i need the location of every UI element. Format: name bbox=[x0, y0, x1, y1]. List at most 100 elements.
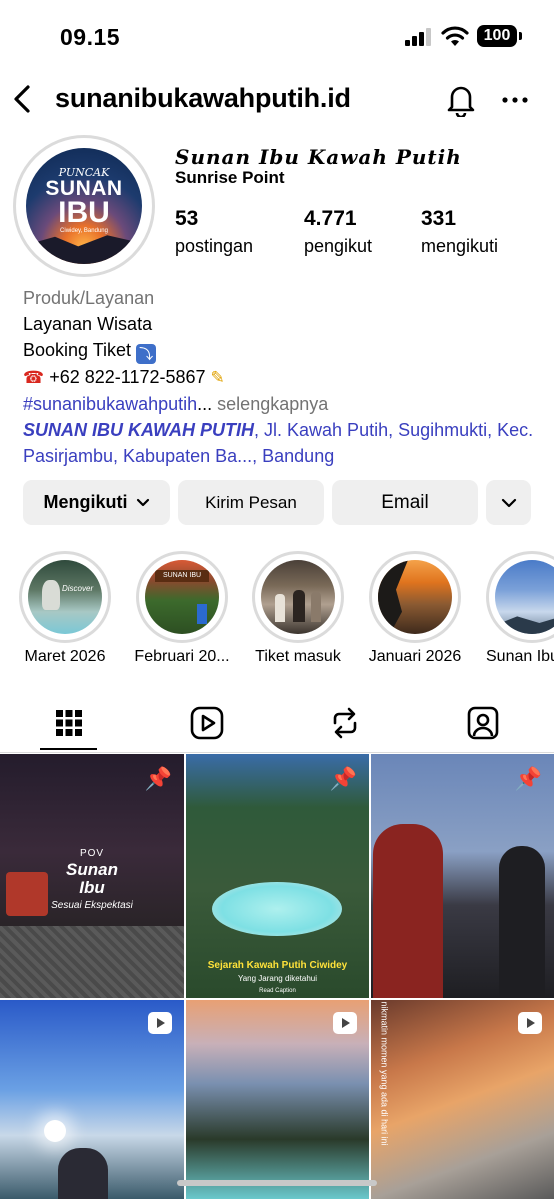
profile-bio: Produk/Layanan Layanan Wisata Booking Ti… bbox=[23, 285, 543, 469]
stat-followers[interactable]: 4.771 pengikut bbox=[304, 207, 372, 257]
post-text: Sunan bbox=[66, 860, 118, 879]
display-name: Sunan Ibu Kawah Putih bbox=[175, 145, 462, 169]
post-tile[interactable] bbox=[0, 1000, 184, 1199]
highlight-sign: SUNAN IBU bbox=[155, 570, 209, 582]
highlight-item[interactable]: SUNAN IBU Februari 20... bbox=[134, 551, 230, 665]
reel-play-icon bbox=[333, 1012, 357, 1034]
bio-category: Produk/Layanan bbox=[23, 288, 155, 308]
highlight-cover: Discover bbox=[28, 560, 102, 634]
status-time: 09.15 bbox=[60, 24, 121, 50]
reel-play-icon bbox=[148, 1012, 172, 1034]
stat-posts-number: 53 bbox=[175, 207, 199, 230]
bio-ellipsis: ... bbox=[197, 394, 213, 414]
avatar[interactable]: PUNCAK SUNAN IBU Ciwidey, Bandung bbox=[26, 148, 142, 264]
bio-location[interactable]: SUNAN IBU KAWAH PUTIH, Jl. Kawah Putih, … bbox=[23, 417, 543, 469]
highlight-ring: Discover bbox=[19, 551, 111, 643]
stat-following-label: mengikuti bbox=[421, 236, 499, 256]
highlight-ring: SUNAN IBU bbox=[136, 551, 228, 643]
highlight-item[interactable]: Januari 2026 bbox=[369, 551, 461, 665]
highlight-ring bbox=[486, 551, 554, 643]
bio-line-2-row: Booking Tiket ⤵ bbox=[23, 337, 543, 364]
post-tile[interactable]: 📌 bbox=[371, 754, 554, 998]
highlight-label: Sunan Ibu bbox=[486, 648, 554, 665]
stat-following-number: 331 bbox=[421, 207, 457, 230]
post-text: Read Caption bbox=[259, 988, 296, 994]
reels-icon[interactable] bbox=[187, 703, 227, 743]
highlight-label: Januari 2026 bbox=[368, 648, 462, 665]
highlight-label: Tiket masuk bbox=[255, 648, 341, 665]
bio-more-link[interactable]: selengkapnya bbox=[217, 394, 328, 414]
pin-icon: 📌 bbox=[514, 766, 542, 791]
message-button-label: Kirim Pesan bbox=[205, 492, 297, 512]
tagged-icon[interactable] bbox=[463, 703, 503, 743]
pin-icon: 📌 bbox=[144, 766, 172, 791]
highlight-caption: Discover bbox=[62, 584, 94, 593]
stat-posts[interactable]: 53 postingan bbox=[175, 207, 253, 257]
avatar-text-4: Ciwidey, Bandung bbox=[60, 228, 108, 234]
post-text: Sejarah Kawah Putih Ciwidey bbox=[207, 960, 348, 971]
avatar-text-3: IBU bbox=[58, 196, 110, 229]
highlight-cover bbox=[261, 560, 335, 634]
reposts-icon[interactable] bbox=[325, 703, 365, 743]
bell-icon[interactable] bbox=[444, 81, 478, 117]
telephone-emoji-icon: ☎ bbox=[23, 368, 45, 387]
arrow-down-emoji-icon: ⤵ bbox=[136, 344, 157, 364]
highlight-item[interactable]: Discover Maret 2026 bbox=[19, 551, 111, 665]
chevron-down-icon bbox=[501, 498, 516, 507]
bio-line-1: Layanan Wisata bbox=[23, 314, 153, 334]
highlight-item[interactable]: Sunan Ibu bbox=[486, 551, 554, 665]
email-button[interactable]: Email bbox=[332, 480, 478, 525]
back-arrow-icon[interactable] bbox=[8, 79, 40, 119]
post-text: POV bbox=[79, 848, 105, 859]
memo-emoji-icon: ✎ bbox=[210, 368, 225, 387]
post-tile[interactable]: 📌 Sejarah Kawah Putih Ciwidey Yang Jaran… bbox=[186, 754, 369, 998]
post-tile[interactable]: nikmatin momen yang ada di hari ini bbox=[371, 1000, 554, 1199]
posts-grid: 📌 POV Sunan Ibu Sesuai Ekspektasi 📌 Seja… bbox=[0, 754, 554, 1199]
stat-followers-number: 4.771 bbox=[304, 207, 357, 230]
avatar-hills bbox=[26, 235, 142, 264]
highlight-label: Maret 2026 bbox=[24, 648, 106, 665]
active-tab-indicator bbox=[40, 748, 97, 750]
following-button[interactable]: Mengikuti bbox=[23, 480, 170, 525]
highlight-item[interactable]: Tiket masuk bbox=[252, 551, 344, 665]
suggestions-button[interactable] bbox=[486, 480, 531, 525]
post-text: Ibu bbox=[79, 878, 105, 897]
profile-header: sunanibukawahputih.id bbox=[0, 75, 554, 125]
post-tile[interactable]: 📌 POV Sunan Ibu Sesuai Ekspektasi bbox=[0, 754, 184, 998]
bio-phone-row: ☎ +62 822-1172-5867 ✎ bbox=[23, 364, 543, 391]
post-text: Sesuai Ekspektasi bbox=[51, 900, 133, 911]
post-text: nikmatin momen yang ada di hari ini bbox=[379, 1001, 390, 1146]
more-icon[interactable] bbox=[500, 85, 530, 115]
post-tile[interactable] bbox=[186, 1000, 369, 1199]
profile-username: sunanibukawahputih.id bbox=[55, 83, 351, 113]
message-button[interactable]: Kirim Pesan bbox=[178, 480, 324, 525]
email-button-label: Email bbox=[381, 491, 429, 513]
home-indicator bbox=[177, 1180, 377, 1186]
following-button-label: Mengikuti bbox=[43, 492, 128, 512]
chevron-down-icon bbox=[136, 498, 149, 506]
highlight-ring bbox=[369, 551, 461, 643]
bio-line-2: Booking Tiket bbox=[23, 340, 132, 360]
pin-icon: 📌 bbox=[329, 766, 357, 791]
bio-location-name: SUNAN IBU KAWAH PUTIH bbox=[23, 420, 255, 440]
highlight-cover bbox=[378, 560, 452, 634]
bio-hashtag[interactable]: #sunanibukawahputih bbox=[23, 394, 197, 414]
highlight-cover: SUNAN IBU bbox=[145, 560, 219, 634]
highlight-ring bbox=[252, 551, 344, 643]
battery-indicator: 100 bbox=[477, 25, 522, 47]
post-text: Yang Jarang diketahui bbox=[237, 974, 318, 983]
profile-tabs bbox=[0, 697, 554, 753]
bio-hashtag-row: #sunanibukawahputih... selengkapnya bbox=[23, 391, 543, 417]
sub-name: Sunrise Point bbox=[175, 168, 285, 187]
grid-icon[interactable] bbox=[49, 703, 89, 743]
stat-followers-label: pengikut bbox=[304, 236, 373, 256]
highlight-label: Februari 20... bbox=[134, 648, 230, 665]
highlight-cover bbox=[495, 560, 554, 634]
wifi-icon bbox=[441, 26, 469, 46]
stat-following[interactable]: 331 mengikuti bbox=[421, 207, 498, 257]
reel-play-icon bbox=[518, 1012, 542, 1034]
stat-posts-label: postingan bbox=[175, 236, 254, 256]
status-bar: 09.15 100 bbox=[0, 0, 554, 70]
profile-avatar-ring[interactable]: PUNCAK SUNAN IBU Ciwidey, Bandung bbox=[13, 135, 155, 277]
bio-phone[interactable]: +62 822-1172-5867 bbox=[49, 367, 205, 387]
